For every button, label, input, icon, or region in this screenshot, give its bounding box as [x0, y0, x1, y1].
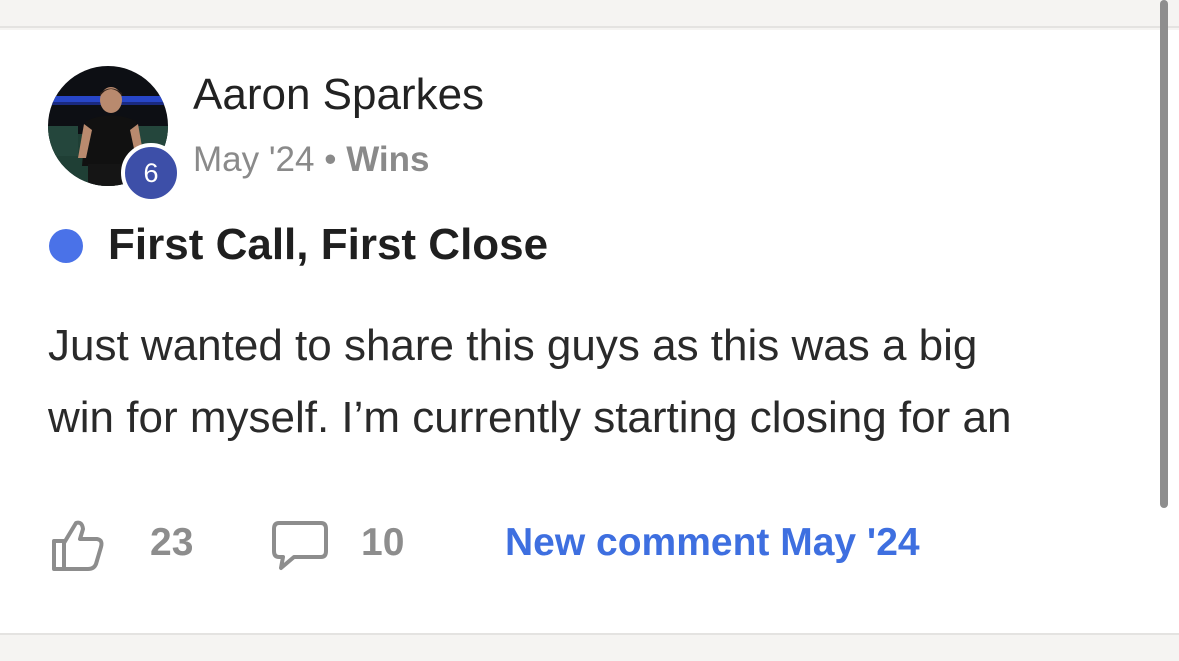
- previous-post-edge: [0, 0, 1179, 28]
- post-preview[interactable]: Just wanted to share this guys as this w…: [48, 310, 1148, 454]
- preview-line: Just wanted to share this guys as this w…: [48, 321, 978, 370]
- post-card[interactable]: 6 Aaron Sparkes May '24 • Wins First Cal…: [0, 30, 1179, 633]
- comment-bubble-icon[interactable]: [270, 517, 330, 573]
- post-title[interactable]: First Call, First Close: [108, 220, 548, 270]
- scrollbar-thumb[interactable]: [1160, 0, 1168, 508]
- post-category[interactable]: Wins: [346, 140, 429, 179]
- like-count: 23: [150, 521, 194, 564]
- post-meta: May '24 • Wins: [193, 140, 430, 180]
- thumbs-up-icon[interactable]: [50, 517, 106, 573]
- preview-line: win for myself. I’m currently starting c…: [48, 393, 1012, 442]
- author-name[interactable]: Aaron Sparkes: [193, 70, 484, 120]
- next-post-edge: [0, 633, 1179, 661]
- comment-count: 10: [361, 521, 405, 564]
- unread-dot-icon: [49, 229, 83, 263]
- last-activity-link[interactable]: New comment May '24: [505, 521, 920, 565]
- meta-separator: •: [324, 140, 337, 179]
- level-badge: 6: [121, 143, 181, 203]
- post-date: May '24: [193, 140, 315, 179]
